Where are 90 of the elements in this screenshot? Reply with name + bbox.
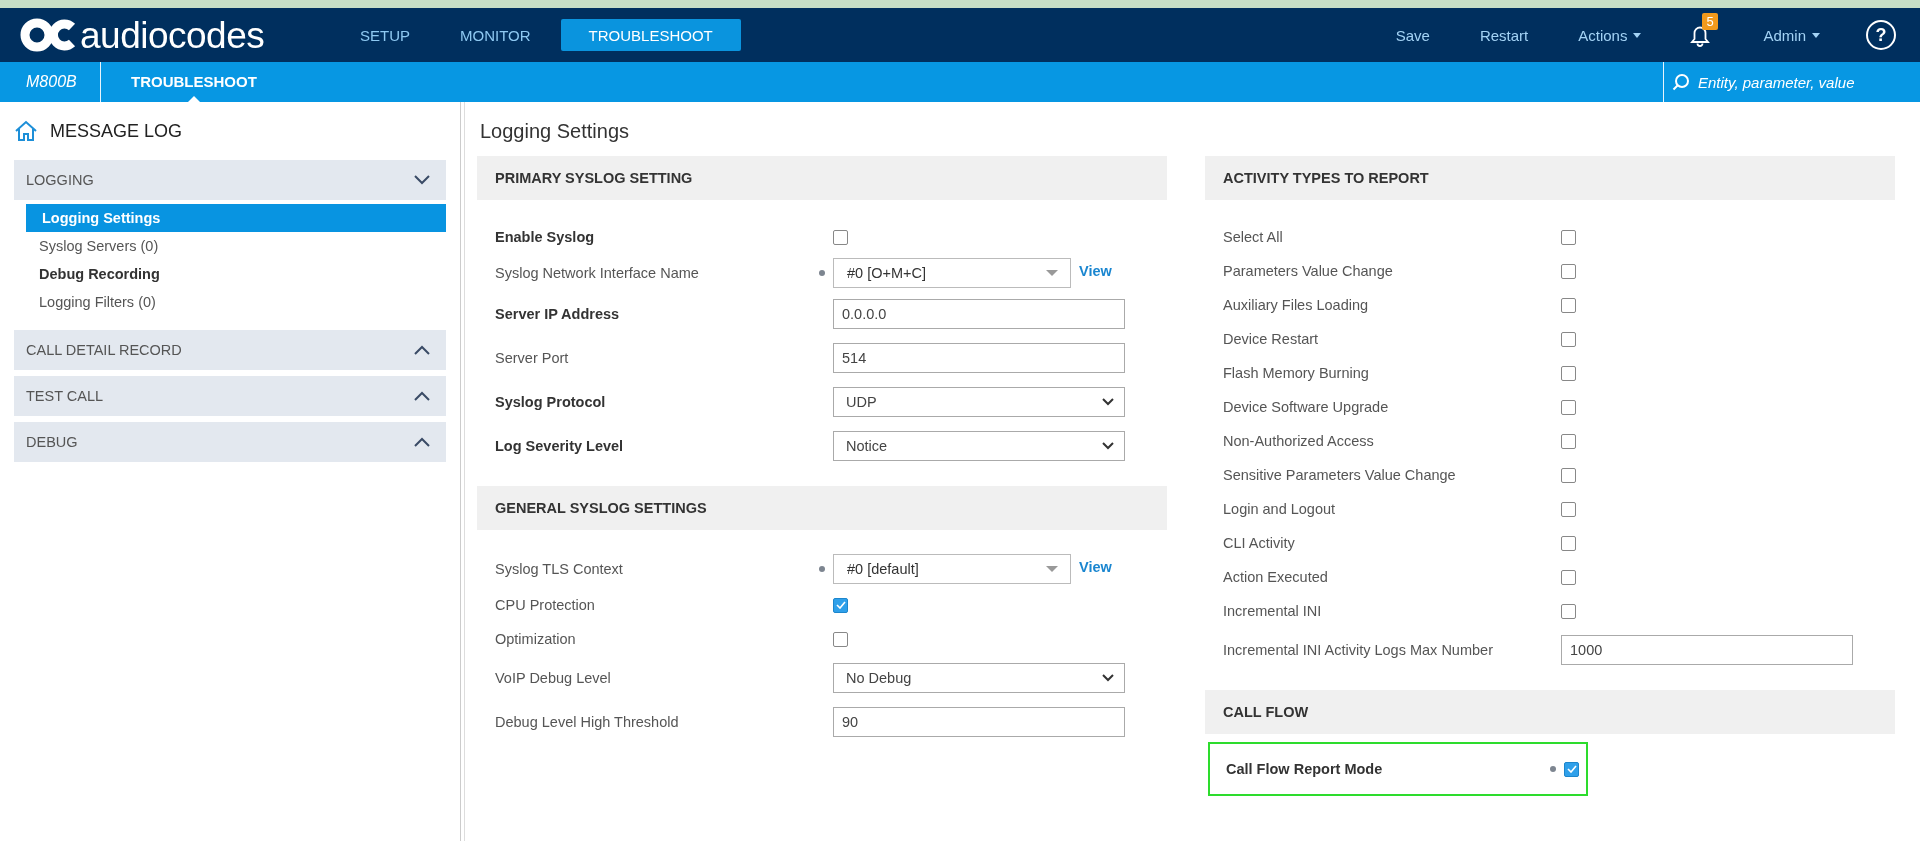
checkbox[interactable]	[1561, 399, 1576, 415]
panel-header: GENERAL SYSLOG SETTINGS	[477, 486, 1167, 530]
field-label: Server IP Address	[495, 306, 621, 322]
field-label: Incremental INI Activity Logs Max Number	[1223, 642, 1494, 658]
field-label: Syslog TLS Context	[495, 561, 624, 577]
field-label: Log Severity Level	[495, 438, 625, 454]
field-label: Device Software Upgrade	[1223, 399, 1390, 415]
chevron-down-icon	[414, 175, 430, 185]
section-header[interactable]: DEBUG	[14, 422, 446, 462]
chevron-up-icon	[414, 391, 430, 401]
field-label: Syslog Network Interface Name	[495, 265, 700, 281]
field-label: Sensitive Parameters Value Change	[1223, 467, 1457, 483]
search-icon	[1672, 73, 1690, 91]
panel-header: CALL FLOW	[1205, 690, 1895, 734]
field-label: Call Flow Report Mode	[1226, 761, 1384, 777]
checkbox[interactable]	[1561, 365, 1576, 381]
field-label: Debug Level High Threshold	[495, 714, 680, 730]
checkbox[interactable]	[1564, 761, 1579, 777]
field-label: Server Port	[495, 350, 570, 366]
notification-badge: 5	[1702, 13, 1718, 30]
help-button[interactable]: ?	[1866, 20, 1896, 50]
field-label: Syslog Protocol	[495, 394, 607, 410]
dropdown[interactable]: Notice	[833, 431, 1125, 461]
field-label: Parameters Value Change	[1223, 263, 1394, 279]
dropdown[interactable]: No Debug	[833, 663, 1125, 693]
search-field[interactable]: Entity, parameter, value	[1696, 72, 1920, 92]
field-label: Flash Memory Burning	[1223, 365, 1370, 381]
nav-link[interactable]: Restart	[1479, 22, 1529, 48]
device-name: M800B	[0, 62, 101, 102]
nav-link[interactable]: Save	[1395, 22, 1430, 48]
input-field[interactable]: 90	[833, 707, 1125, 737]
checkbox[interactable]	[833, 597, 848, 613]
chevron-up-icon	[414, 345, 430, 355]
checkbox[interactable]	[1561, 501, 1576, 517]
logo-text: audiocodes	[80, 16, 265, 54]
checkbox[interactable]	[1561, 263, 1576, 279]
dropdown[interactable]: #0 [O+M+C]	[833, 258, 1071, 288]
field-label: Action Executed	[1223, 569, 1329, 585]
checkbox[interactable]	[1561, 569, 1576, 585]
input-field[interactable]: 0.0.0.0	[833, 299, 1125, 329]
menu-item[interactable]: Syslog Servers (0)	[26, 232, 446, 260]
caret-icon	[1046, 270, 1058, 276]
checkbox[interactable]	[1561, 433, 1576, 449]
menu-button[interactable]: Admin	[1763, 22, 1820, 48]
caret-icon	[1046, 566, 1058, 572]
caret-icon	[1633, 32, 1642, 38]
field-label: CLI Activity	[1223, 535, 1296, 551]
field-label: CPU Protection	[495, 597, 596, 613]
section-header[interactable]: LOGGING	[14, 160, 446, 200]
section-header[interactable]: CALL DETAIL RECORD	[14, 330, 446, 370]
menu-item[interactable]: Logging Filters (0)	[26, 288, 446, 316]
field-label: VoIP Debug Level	[495, 670, 612, 686]
panel-header: ACTIVITY TYPES TO REPORT	[1205, 156, 1895, 200]
field-label: Login and Logout	[1223, 501, 1337, 517]
section-title: TROUBLESHOOT	[131, 62, 257, 102]
home-icon[interactable]	[14, 120, 38, 142]
chevron-up-icon	[414, 437, 430, 447]
checkbox[interactable]	[1561, 297, 1576, 313]
field-label: Select All	[1223, 229, 1284, 245]
checkbox[interactable]	[1561, 467, 1576, 483]
field-label: Optimization	[495, 631, 577, 647]
section-header[interactable]: TEST CALL	[14, 376, 446, 416]
checkbox[interactable]	[1561, 603, 1576, 619]
checkbox[interactable]	[1561, 331, 1576, 347]
input-field[interactable]: 1000	[1561, 635, 1853, 665]
field-label: Auxiliary Files Loading	[1223, 297, 1370, 313]
sidebar-title: MESSAGE LOG	[50, 120, 183, 142]
page-title: Logging Settings	[479, 119, 630, 144]
field-label: Device Restart	[1223, 331, 1320, 347]
caret-icon	[1812, 32, 1820, 38]
panel-header: PRIMARY SYSLOG SETTING	[477, 156, 1167, 200]
view-link[interactable]: View	[1079, 559, 1112, 575]
checkbox[interactable]	[1561, 535, 1576, 551]
chevron-down-icon	[1102, 442, 1114, 450]
field-label: Non-Authorized Access	[1223, 433, 1375, 449]
menu-heading[interactable]: Debug Recording	[26, 260, 446, 288]
checkbox[interactable]	[833, 229, 848, 245]
field-label: Enable Syslog	[495, 229, 596, 245]
nav-tab[interactable]: MONITOR	[440, 19, 551, 51]
field-label: Incremental INI	[1223, 603, 1323, 619]
dropdown[interactable]: #0 [default]	[833, 554, 1071, 584]
dropdown[interactable]: UDP	[833, 387, 1125, 417]
nav-tab[interactable]: SETUP	[340, 19, 430, 51]
checkbox[interactable]	[833, 631, 848, 647]
view-link[interactable]: View	[1079, 263, 1112, 279]
menu-button[interactable]: Actions	[1578, 22, 1642, 48]
checkbox[interactable]	[1561, 229, 1576, 245]
chevron-down-icon	[1102, 674, 1114, 682]
input-field[interactable]: 514	[833, 343, 1125, 373]
chevron-down-icon	[1102, 398, 1114, 406]
